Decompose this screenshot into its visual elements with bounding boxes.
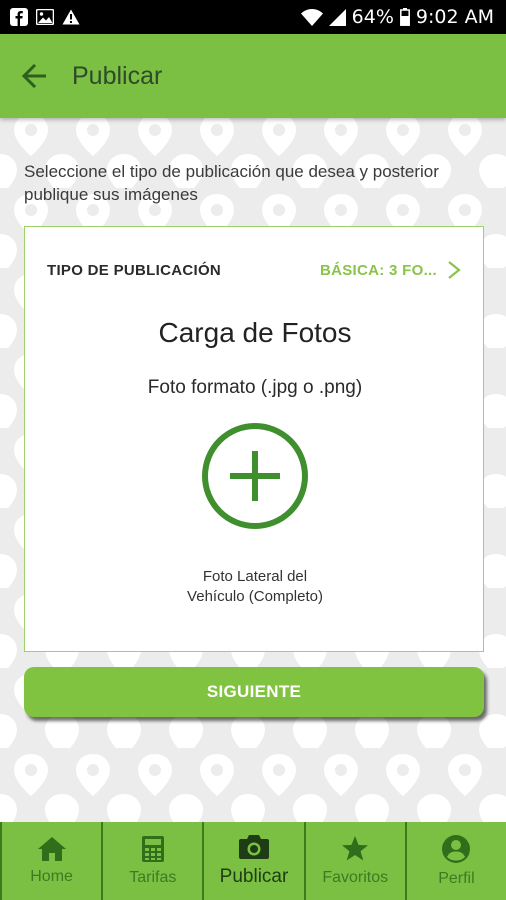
image-icon [36, 9, 54, 25]
wifi-icon [300, 8, 323, 26]
nav-label-home: Home [30, 868, 73, 885]
chevron-right-icon [447, 260, 461, 280]
nav-label-favoritos: Favoritos [322, 869, 389, 886]
publication-type-selector[interactable]: BÁSICA: 3 FO... [320, 260, 461, 280]
upload-title: Carga de Fotos [158, 317, 352, 348]
app-bar: Publicar [0, 34, 506, 118]
upload-card: TIPO DE PUBLICACIÓN BÁSICA: 3 FO... Carg… [24, 226, 484, 652]
arrow-left-icon [21, 64, 46, 88]
publication-type-label: TIPO DE PUBLICACIÓN [47, 261, 222, 279]
nav-item-home[interactable]: Home [0, 822, 104, 900]
main-content: Seleccione el tipo de publicación que de… [0, 118, 506, 822]
nav-label-perfil: Perfil [438, 870, 475, 887]
intro-text: Seleccione el tipo de publicación que de… [24, 162, 439, 204]
calculator-icon [141, 836, 164, 862]
add-photo-button[interactable] [200, 421, 310, 531]
add-circle-icon [202, 423, 308, 529]
status-time: 9:02 AM [415, 6, 494, 28]
warning-icon [62, 9, 80, 25]
camera-icon [239, 835, 269, 859]
publication-type-row[interactable]: TIPO DE PUBLICACIÓN BÁSICA: 3 FO... [25, 255, 485, 285]
bottom-nav: Home Tarifas Publicar Favoritos Perfil [0, 822, 506, 900]
publication-type-value: BÁSICA: 3 FO... [319, 261, 437, 279]
star-icon [342, 836, 369, 861]
status-right: 64% 9:02 AM [300, 6, 494, 28]
nav-label-tarifas: Tarifas [129, 869, 177, 886]
nav-item-perfil[interactable]: Perfil [407, 822, 506, 900]
next-button[interactable]: SIGUIENTE [24, 667, 484, 717]
signal-icon [328, 8, 346, 26]
back-button[interactable] [14, 56, 54, 96]
upload-format-hint: Foto formato (.jpg o .png) [147, 377, 363, 398]
facebook-icon [10, 8, 28, 26]
status-left-icons [10, 8, 80, 26]
status-bar: 64% 9:02 AM [0, 0, 506, 34]
photo-caption: Foto Lateral del Vehículo (Completo) [155, 567, 355, 607]
photo-caption-line2: Vehículo (Completo) [187, 588, 323, 605]
nav-label-publicar: Publicar [219, 866, 289, 887]
photo-caption-line1: Foto Lateral del [202, 568, 308, 585]
nav-item-favoritos[interactable]: Favoritos [306, 822, 407, 900]
account-icon [442, 835, 471, 863]
battery-percent: 64% [351, 6, 394, 28]
nav-item-tarifas[interactable]: Tarifas [103, 822, 205, 900]
nav-item-publicar[interactable]: Publicar [204, 822, 306, 900]
home-icon [37, 837, 66, 861]
page-title: Publicar [72, 61, 163, 90]
battery-icon [399, 8, 410, 26]
